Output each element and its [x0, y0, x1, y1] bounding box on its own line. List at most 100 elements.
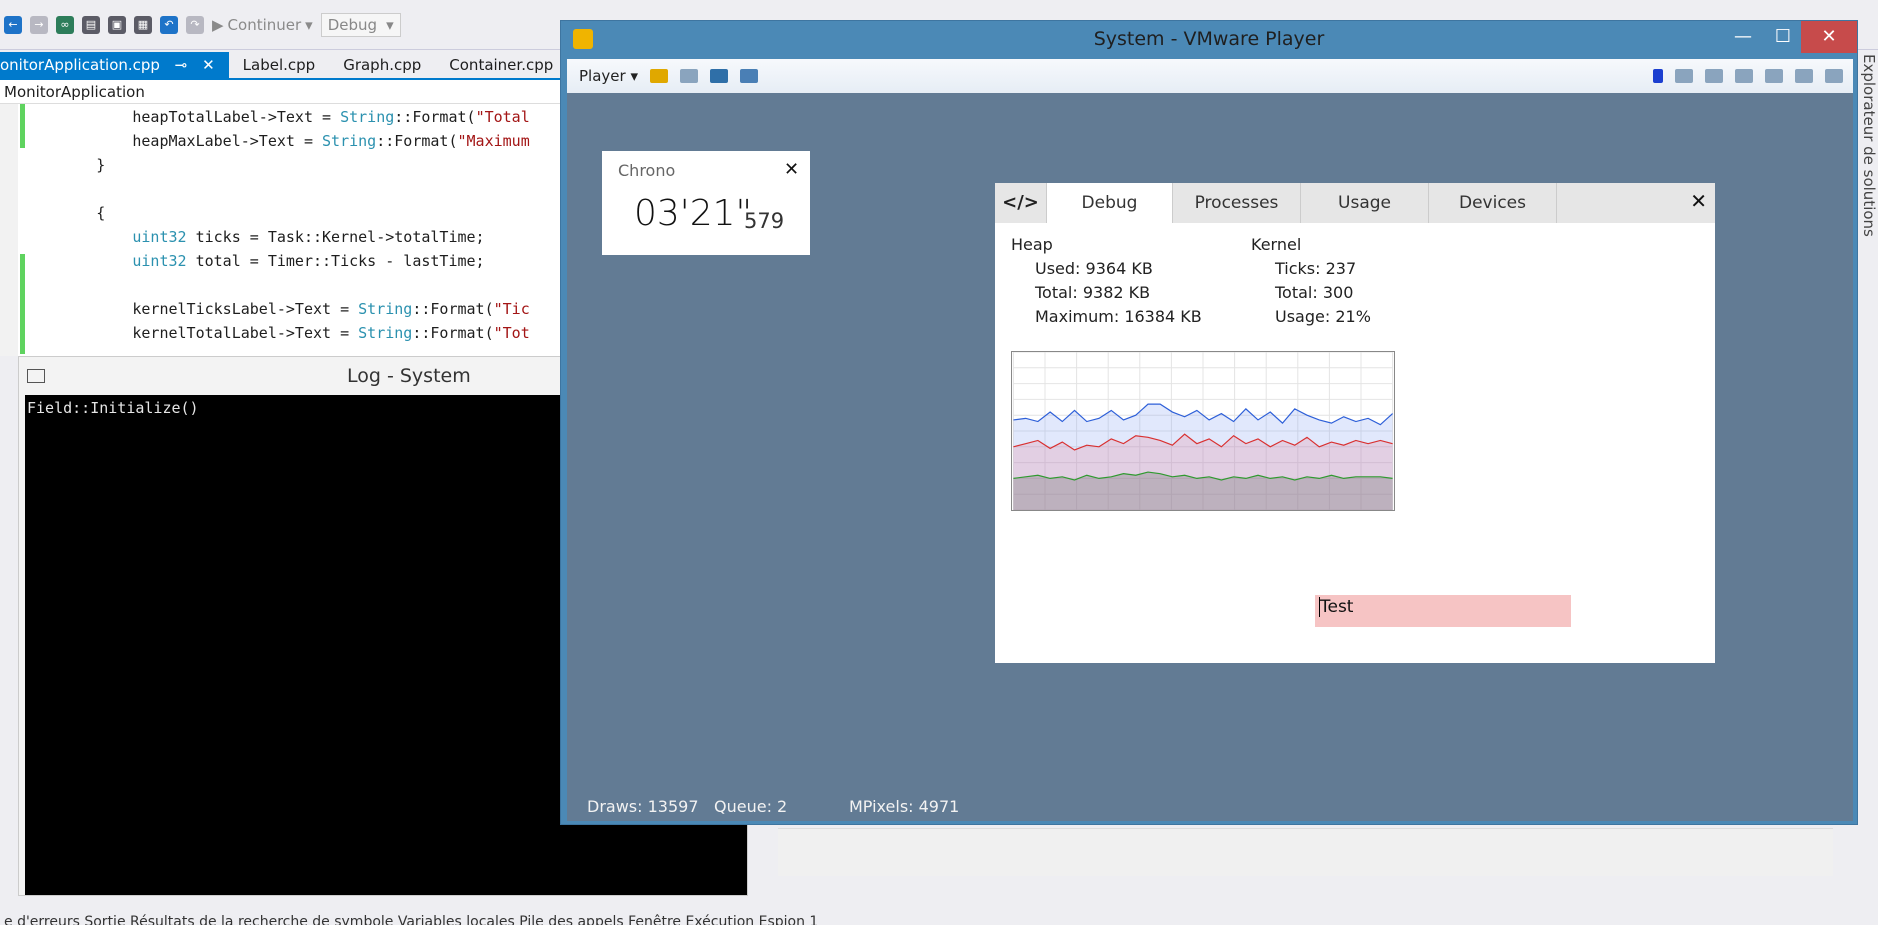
kernel-ticks: Ticks: 237	[1275, 259, 1357, 278]
code-line: {	[24, 202, 105, 224]
heap-title: Heap	[1011, 235, 1053, 254]
code-token: ::Format(	[376, 132, 458, 150]
unity-icon[interactable]	[740, 69, 758, 83]
code-line: }	[24, 154, 105, 176]
code-token: {	[96, 204, 106, 222]
close-icon[interactable]: ✕	[1801, 21, 1857, 53]
mpixels-count: MPixels: 4971	[849, 797, 960, 816]
hdd-icon[interactable]	[1675, 69, 1693, 83]
chrono-milliseconds: 579	[744, 209, 785, 233]
code-token: ::Format(	[412, 300, 494, 318]
undo-icon[interactable]: ↶	[160, 15, 178, 34]
code-line: uint32 ticks = Task::Kernel->totalTime;	[24, 226, 485, 248]
player-menu-button[interactable]: Player ▾	[579, 67, 638, 85]
code-line: kernelTicksLabel->Text = String::Format(…	[24, 298, 529, 320]
draws-count: Draws: 13597	[587, 797, 699, 816]
tab-container-cpp[interactable]: Container.cpp	[435, 52, 567, 78]
heap-maximum: Maximum: 16384 KB	[1035, 307, 1202, 326]
code-token: ::Format(	[412, 324, 494, 342]
kernel-total: Total: 300	[1275, 283, 1354, 302]
usage-graph	[1011, 351, 1395, 511]
code-token: ::Format(	[394, 108, 476, 126]
continue-button[interactable]: ▶ Continuer ▾	[212, 16, 313, 34]
code-token: heapMaxLabel->Text =	[132, 132, 323, 150]
heap-used: Used: 9364 KB	[1035, 259, 1153, 278]
code-line: uint32 total = Timer::Ticks - lastTime;	[24, 250, 484, 272]
heap-total: Total: 9382 KB	[1035, 283, 1151, 302]
tab-devices[interactable]: Devices	[1429, 183, 1557, 223]
code-token: "Maximum	[457, 132, 530, 150]
code-token: heapTotalLabel->Text =	[132, 108, 341, 126]
network-icon[interactable]	[680, 69, 698, 83]
pause-icon[interactable]	[650, 69, 668, 83]
kernel-title: Kernel	[1251, 235, 1302, 254]
forward-icon[interactable]: →	[30, 15, 48, 34]
attach-icon[interactable]: ∞	[56, 15, 74, 34]
fullscreen-icon[interactable]	[710, 69, 728, 83]
code-icon[interactable]: </>	[995, 183, 1047, 223]
save-icon[interactable]: ▣	[108, 15, 126, 34]
vm-toolbar: Player ▾	[567, 59, 1853, 93]
bottom-tool-tabs[interactable]: e d'erreurs Sortie Résultats de la reche…	[0, 905, 1878, 925]
code-line: heapMaxLabel->Text = String::Format("Max…	[24, 130, 530, 152]
more-icon[interactable]	[1653, 69, 1663, 83]
code-token: kernelTotalLabel->Text =	[132, 324, 359, 342]
close-icon[interactable]: ✕	[784, 159, 799, 180]
code-token: "Total	[475, 108, 530, 126]
queue-count: Queue: 2	[714, 797, 788, 816]
tab-processes[interactable]: Processes	[1173, 183, 1301, 223]
code-token: "Tot	[493, 324, 530, 342]
pin-icon[interactable]: ⊸	[175, 56, 188, 74]
redo-icon[interactable]: ↷	[186, 15, 204, 34]
message-icon[interactable]	[1825, 69, 1843, 83]
tab-usage[interactable]: Usage	[1301, 183, 1429, 223]
document-tabs: onitorApplication.cpp ⊸ ✕ Label.cpp Grap…	[0, 52, 560, 78]
open-file-icon[interactable]: ▤	[82, 15, 100, 34]
tab-graph-cpp[interactable]: Graph.cpp	[329, 52, 435, 78]
chrono-time: 03'21"	[634, 193, 753, 234]
code-token: String	[358, 324, 413, 342]
device-icon[interactable]	[1765, 69, 1783, 83]
code-editor[interactable]: heapTotalLabel->Text = String::Format("T…	[0, 104, 560, 356]
dropdown-icon: ▾	[630, 67, 638, 85]
code-token: uint32	[132, 252, 187, 270]
debug-tabs: </> Debug Processes Usage Devices	[995, 183, 1715, 223]
config-select[interactable]: Debug ▾	[320, 12, 401, 37]
test-textbox[interactable]: Test	[1315, 595, 1571, 627]
output-pane	[778, 828, 1833, 876]
tab-label-cpp[interactable]: Label.cpp	[229, 52, 330, 78]
cd-icon[interactable]	[1705, 69, 1723, 83]
code-token: String	[340, 108, 395, 126]
play-icon: ▶	[212, 15, 224, 34]
code-line: heapTotalLabel->Text = String::Format("T…	[24, 106, 530, 128]
window-icon	[27, 369, 45, 383]
code-token: ticks = Task::Kernel->totalTime;	[186, 228, 485, 246]
tab-monitorapplication-cpp[interactable]: onitorApplication.cpp ⊸ ✕	[0, 52, 229, 78]
code-line: kernelTotalLabel->Text = String::Format(…	[24, 322, 530, 344]
debug-window: </> Debug Processes Usage Devices ✕ Heap…	[995, 183, 1715, 663]
vm-screen[interactable]: Chrono ✕ 03'21" 579 </> Debug Processes …	[567, 93, 1853, 821]
display-icon[interactable]	[1795, 69, 1813, 83]
maximize-icon[interactable]: ☐	[1763, 21, 1803, 53]
minimize-icon[interactable]: —	[1723, 21, 1763, 53]
scope-navigation[interactable]: MonitorApplication	[0, 80, 560, 104]
save-all-icon[interactable]: ▦	[134, 15, 152, 34]
dropdown-icon: ▾	[386, 15, 394, 34]
tab-debug[interactable]: Debug	[1047, 183, 1173, 223]
back-icon[interactable]: ←	[4, 15, 22, 34]
webcam-icon[interactable]	[1735, 69, 1753, 83]
vm-title: System - VMware Player	[1093, 28, 1325, 50]
code-token: }	[96, 156, 106, 174]
vm-titlebar[interactable]: System - VMware Player — ☐ ✕	[561, 21, 1857, 59]
close-icon[interactable]: ✕	[202, 56, 215, 74]
kernel-usage: Usage: 21%	[1275, 307, 1371, 326]
close-icon[interactable]: ✕	[1690, 189, 1707, 213]
log-title: Log - System	[347, 365, 471, 387]
code-token: String	[322, 132, 377, 150]
